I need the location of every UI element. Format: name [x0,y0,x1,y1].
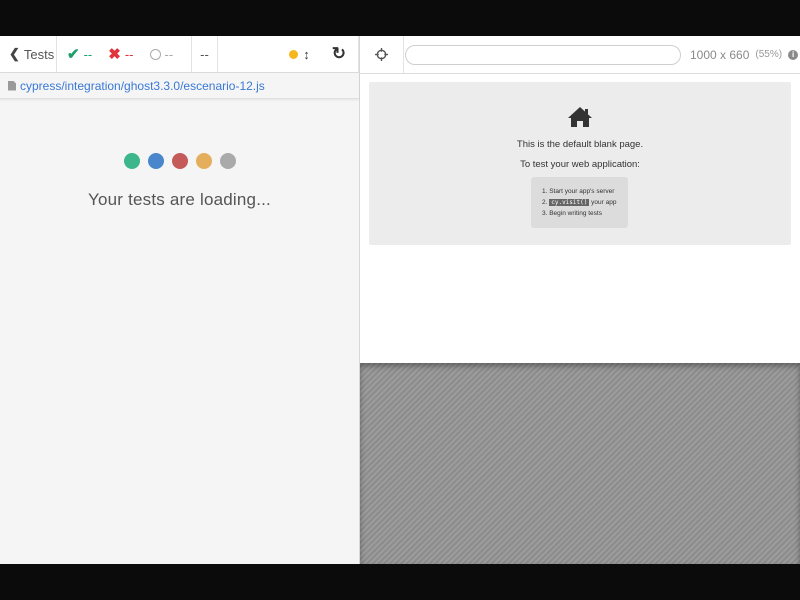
passed-stat: ✔ -- [67,45,92,63]
url-input[interactable] [405,44,681,65]
spec-path-bar: cypress/integration/ghost3.3.0/escenario… [0,73,359,99]
blank-page-title: This is the default blank page. [516,139,644,150]
runner-header: 1000 x 660 (55%) i [360,36,800,74]
circle-icon [149,48,161,60]
spec-path-link[interactable]: cypress/integration/ghost3.3.0/escenario… [20,79,265,93]
step-1: 1. Start your app's server [542,188,615,195]
failed-stat: ✖ -- [108,45,133,63]
tests-back-button[interactable]: ❮ Tests [0,36,57,72]
app-under-test-frame: This is the default blank page. To test … [360,74,800,363]
loading-indicator: Your tests are loading... [0,153,359,210]
step-3: 3. Begin writing tests [542,210,602,217]
test-stats: ✔ -- ✖ -- -- [57,36,192,72]
viewport-size: 1000 x 660 [690,47,750,62]
reporter-panel: ❮ Tests ✔ -- ✖ -- -- -- ↕ ↻ cypress/inte… [0,36,360,564]
blank-page-subtitle: To test your web application: [520,159,640,170]
reporter-controls: ↕ ↻ [218,36,359,72]
tests-label: Tests [23,46,55,62]
info-icon[interactable]: i [788,49,799,60]
zoom-level: (55%) [755,49,783,60]
runner-panel: 1000 x 660 (55%) i This is the default b… [360,36,800,564]
step-2: 2. cy.visit() your app [542,197,628,208]
default-blank-page: This is the default blank page. To test … [369,82,791,245]
arrows-vertical-icon[interactable]: ↕ [303,47,310,62]
status-indicator [289,49,299,59]
check-icon: ✔ [67,46,80,63]
step-2-suffix: your app [591,199,617,206]
file-icon [8,80,16,91]
step-2-prefix: 2. [542,199,548,206]
blank-page-steps: 1. Start your app's server 2. cy.visit()… [531,177,628,228]
loading-dot [219,153,236,169]
loading-text: Your tests are loading... [88,190,271,209]
chevron-left-icon: ❮ [9,46,20,61]
reload-icon[interactable]: ↻ [332,44,346,64]
loading-dots [0,153,359,169]
passed-count: -- [83,46,93,62]
pending-stat: -- [149,46,174,62]
cypress-runner-app: ❮ Tests ✔ -- ✖ -- -- -- ↕ ↻ cypress/inte… [0,36,800,564]
x-icon: ✖ [108,46,121,63]
loading-dot [147,153,164,169]
viewport-background [360,363,800,564]
loading-dot [195,153,212,169]
step-2-code: cy.visit() [549,199,590,206]
home-icon [568,107,592,127]
loading-dot [171,153,188,169]
reporter-header: ❮ Tests ✔ -- ✖ -- -- -- ↕ ↻ [0,36,359,73]
crosshair-icon[interactable] [360,36,404,73]
loading-dot [123,153,140,169]
failed-count: -- [124,46,134,62]
pending-count: -- [164,46,174,62]
duration-value: -- [192,36,218,72]
